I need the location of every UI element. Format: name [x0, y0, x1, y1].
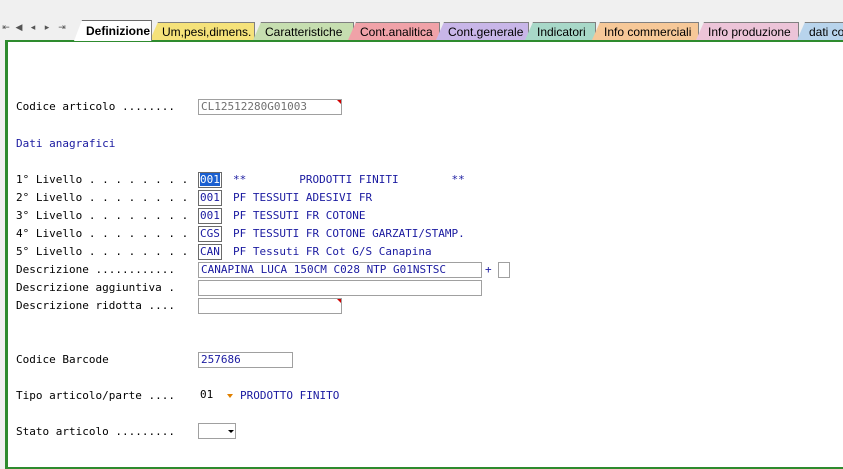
- livello-2-code[interactable]: 001: [198, 190, 222, 206]
- livello-4-desc: PF TESSUTI FR COTONE GARZATI/STAMP.: [233, 227, 465, 240]
- codice-barcode-label: Codice Barcode: [16, 353, 109, 366]
- livello-5-desc: PF Tessuti FR Cot G/S Canapina: [233, 245, 432, 258]
- last-page-icon[interactable]: ⇥: [56, 22, 68, 34]
- tipo-articolo-value: 01: [200, 388, 214, 401]
- tab-strip: ⇤ ◀ ◂ ▸ ⇥ Definizione Um,pesi,dimens. Ca…: [0, 0, 843, 41]
- tipo-articolo-label: Tipo articolo/parte ....: [16, 389, 175, 402]
- tab-info-produzione[interactable]: Info produzione: [696, 22, 799, 40]
- descrizione-aggiuntiva-field[interactable]: [198, 280, 482, 296]
- dati-anagrafici-heading: Dati anagrafici: [16, 137, 116, 150]
- stato-articolo-select[interactable]: [198, 423, 236, 439]
- descrizione-ridotta-field[interactable]: [198, 298, 342, 314]
- descrizione-extra-button[interactable]: [498, 262, 510, 278]
- livello-1-code[interactable]: 001: [198, 172, 222, 188]
- prev-page-icon[interactable]: ◀: [13, 22, 25, 34]
- tab-label: Caratteristiche: [265, 25, 343, 39]
- tab-label: Indicatori: [537, 25, 586, 39]
- tab-label: Info produzione: [708, 25, 791, 39]
- tab-cont-analitica[interactable]: Cont.analitica: [348, 22, 440, 40]
- dropdown-arrow-icon: [227, 394, 233, 398]
- livello-1-desc: ** PRODOTTI FINITI **: [233, 173, 465, 186]
- stato-articolo-label: Stato articolo .........: [16, 425, 175, 438]
- first-page-icon[interactable]: ⇤: [0, 22, 12, 34]
- codice-articolo-value: CL12512280G01003: [201, 100, 307, 113]
- codice-articolo-field[interactable]: CL12512280G01003: [198, 99, 342, 115]
- descrizione-ridotta-label: Descrizione ridotta ....: [16, 299, 175, 312]
- livello-4-code-value: CGS: [200, 227, 220, 240]
- tab-label: Info commerciali: [604, 25, 692, 39]
- livello-2-label: 2° Livello . . . . . . . .: [16, 191, 189, 204]
- descrizione-value: CANAPINA LUCA 150CM C028 NTP G01NSTSC: [201, 263, 447, 276]
- tab-definizione[interactable]: Definizione: [74, 20, 152, 41]
- tab-info-commerciali[interactable]: Info commerciali: [592, 22, 699, 40]
- tab-cont-generale[interactable]: Cont.generale: [436, 22, 529, 40]
- livello-4-label: 4° Livello . . . . . . . .: [16, 227, 189, 240]
- livello-3-code[interactable]: 001: [198, 208, 222, 224]
- tab-label: Cont.generale: [448, 25, 524, 39]
- livello-3-desc: PF TESSUTI FR COTONE: [233, 209, 366, 222]
- descrizione-field[interactable]: CANAPINA LUCA 150CM C028 NTP G01NSTSC: [198, 262, 482, 278]
- livello-2-code-value: 001: [200, 191, 220, 204]
- livello-5-code-value: CAN: [200, 245, 220, 258]
- tab-caratteristiche[interactable]: Caratteristiche: [253, 22, 354, 40]
- plus-label: +: [485, 263, 492, 276]
- codice-articolo-label: Codice articolo ........: [16, 100, 175, 113]
- next-tab-icon[interactable]: ▸: [41, 22, 53, 34]
- livello-1-code-value: 001: [200, 173, 220, 186]
- stato-articolo-value: [199, 425, 201, 438]
- tab-indicatori[interactable]: Indicatori: [525, 22, 596, 40]
- codice-barcode-value: 257686: [201, 353, 241, 366]
- tab-label: Definizione: [86, 24, 151, 38]
- livello-3-code-value: 001: [200, 209, 220, 222]
- tipo-articolo-select[interactable]: 01: [198, 387, 236, 403]
- descrizione-label: Descrizione ............: [16, 263, 175, 276]
- prev-tab-icon[interactable]: ◂: [27, 22, 39, 34]
- tab-label: Cont.analitica: [360, 25, 433, 39]
- livello-5-label: 5° Livello . . . . . . . .: [16, 245, 189, 258]
- livello-5-code[interactable]: CAN: [198, 244, 222, 260]
- tab-label: dati co: [809, 25, 843, 39]
- required-marker: [337, 100, 341, 104]
- livello-4-code[interactable]: CGS: [198, 226, 222, 242]
- tab-um-pesi-dimens[interactable]: Um,pesi,dimens.: [150, 22, 255, 40]
- tipo-articolo-desc: PRODOTTO FINITO: [240, 389, 340, 402]
- tab-dati-co[interactable]: dati co: [797, 22, 843, 40]
- required-marker: [337, 299, 341, 303]
- livello-1-label: 1° Livello . . . . . . . .: [16, 173, 189, 186]
- livello-3-label: 3° Livello . . . . . . . .: [16, 209, 189, 222]
- dropdown-arrow-icon: [228, 430, 234, 433]
- descrizione-aggiuntiva-label: Descrizione aggiuntiva .: [16, 281, 175, 294]
- codice-barcode-field[interactable]: 257686: [198, 352, 293, 368]
- livello-2-desc: PF TESSUTI ADESIVI FR: [233, 191, 373, 204]
- tab-label: Um,pesi,dimens.: [162, 25, 252, 39]
